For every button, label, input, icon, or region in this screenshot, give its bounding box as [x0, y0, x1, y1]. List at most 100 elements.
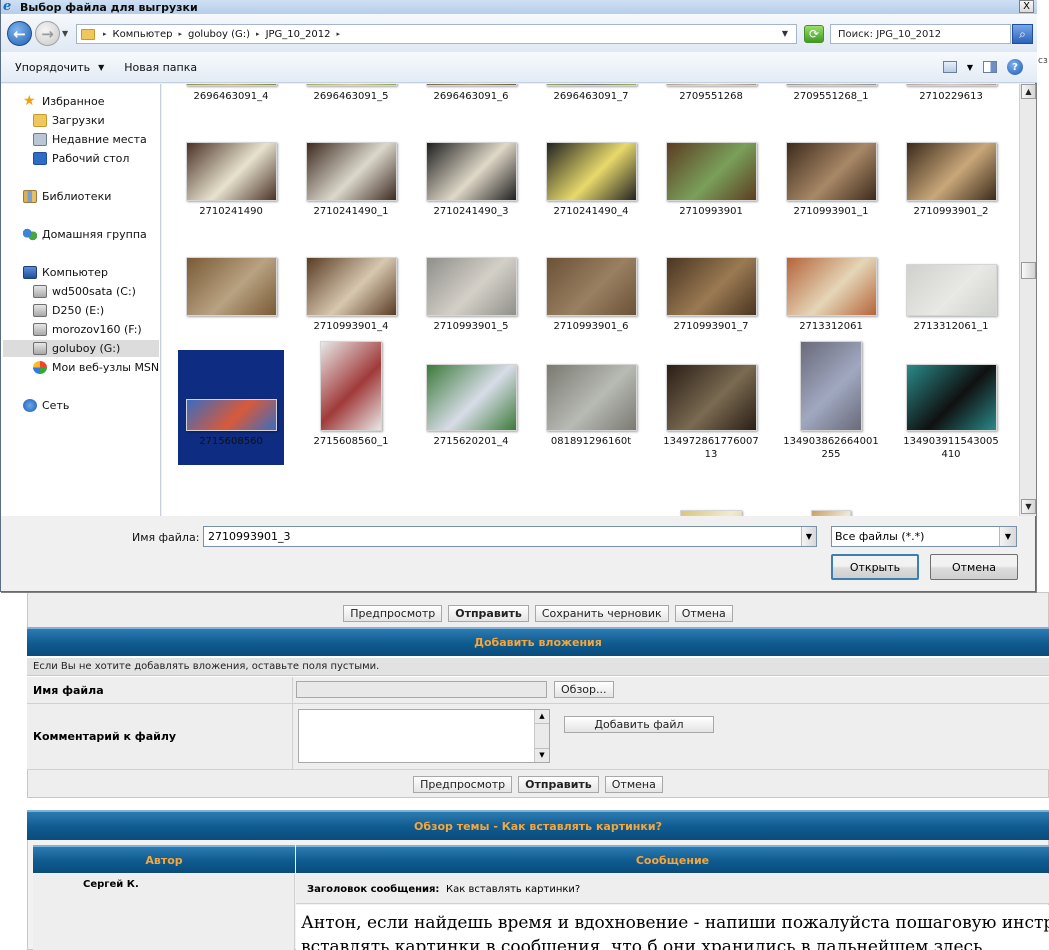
- bottom-button-row: Предпросмотр Отправить Отмена: [27, 776, 1049, 793]
- navigation-pane: ★ Избранное Загрузки Недавние места Рабоч…: [1, 84, 161, 516]
- scrollbar-thumb[interactable]: [1021, 262, 1036, 279]
- file-thumbnail: [545, 142, 637, 201]
- file-name: 2696463091_6: [433, 91, 509, 102]
- file-name: 2715608560_1: [313, 436, 389, 447]
- breadcrumb-drive[interactable]: goluboy (G:): [188, 29, 250, 40]
- scroll-up-icon[interactable]: ▲: [535, 710, 549, 724]
- submit-button-2[interactable]: Отправить: [518, 776, 599, 793]
- filetype-dropdown-icon[interactable]: ▼: [999, 527, 1016, 546]
- search-input[interactable]: Поиск: JPG_10_2012: [830, 24, 1011, 44]
- post-subject-row: Заголовок сообщения: Как вставлять карти…: [296, 874, 1049, 904]
- submit-button[interactable]: Отправить: [448, 605, 529, 622]
- post-subject-label: Заголовок сообщения:: [307, 884, 440, 895]
- address-dropdown-icon[interactable]: ▼: [782, 29, 788, 38]
- nav-favorites-label: Избранное: [42, 95, 105, 108]
- view-dropdown-icon[interactable]: ▼: [967, 63, 973, 72]
- nav-desktop-label: Рабочий стол: [52, 152, 130, 165]
- attach-comment-textarea[interactable]: ▲ ▼: [298, 709, 550, 763]
- nav-homegroup[interactable]: Домашняя группа: [23, 226, 147, 243]
- nav-homegroup-label: Домашняя группа: [42, 228, 147, 241]
- scroll-up-icon[interactable]: ▲: [1021, 84, 1036, 99]
- filetype-select[interactable]: Все файлы (*.*): [831, 526, 1017, 547]
- breadcrumb-arrow-icon[interactable]: ▸: [178, 30, 182, 38]
- breadcrumb-arrow-icon[interactable]: ▸: [103, 30, 107, 38]
- change-view-icon[interactable]: [942, 61, 957, 73]
- preview-button-2[interactable]: Предпросмотр: [413, 776, 513, 793]
- file-grid: 2696463091_4 2696463091_5 2696463091_6 2696…: [162, 84, 1019, 516]
- dialog-titlebar[interactable]: e Выбор файла для выгрузки X: [1, 0, 1037, 14]
- address-bar[interactable]: ▸ Компьютер ▸ goluboy (G:) ▸ JPG_10_2012…: [76, 24, 797, 44]
- file-thumbnail: [545, 84, 637, 86]
- new-folder-button[interactable]: Новая папка: [124, 61, 197, 74]
- attachments-header: Добавить вложения: [27, 627, 1049, 656]
- open-button[interactable]: Открыть: [831, 554, 919, 580]
- file-name: 2710241490_1: [313, 206, 389, 217]
- nav-network[interactable]: Сеть: [23, 397, 69, 414]
- filename-dropdown-icon[interactable]: ▼: [801, 527, 816, 546]
- nav-libraries-label: Библиотеки: [42, 190, 112, 203]
- file-name: 2696463091_4: [193, 91, 269, 102]
- nav-drive-f[interactable]: morozov160 (F:): [33, 321, 142, 338]
- file-name: 134903911543005 410: [903, 436, 999, 460]
- browse-button[interactable]: Обзор...: [554, 681, 614, 698]
- file-name: 081891296160t: [550, 436, 632, 447]
- nav-msn-label: Мои веб-узлы MSN: [52, 361, 160, 374]
- attach-file-input[interactable]: [296, 681, 547, 698]
- nav-drive-c[interactable]: wd500sata (C:): [33, 283, 136, 300]
- close-icon[interactable]: X: [1019, 0, 1034, 13]
- file-name: 2710241490_3: [433, 206, 509, 217]
- filename-input[interactable]: 2710993901_3: [203, 526, 817, 547]
- breadcrumb-arrow-icon[interactable]: ▸: [336, 30, 340, 38]
- file-name: 2710241490_4: [553, 206, 629, 217]
- cancel-post-button[interactable]: Отмена: [674, 605, 733, 622]
- textarea-scrollbar[interactable]: ▲ ▼: [534, 710, 549, 762]
- nav-recent[interactable]: Недавние места: [33, 131, 147, 148]
- scroll-down-icon[interactable]: ▼: [535, 748, 549, 762]
- nav-drive-g[interactable]: goluboy (G:): [3, 340, 159, 357]
- file-thumbnail: [425, 142, 517, 201]
- file-thumbnail: [680, 510, 742, 516]
- nav-libraries[interactable]: Библиотеки: [23, 188, 111, 205]
- forward-button[interactable]: →: [35, 21, 60, 46]
- nav-msn[interactable]: Мои веб-узлы MSN: [33, 359, 159, 376]
- organize-menu[interactable]: Упорядочить ▼: [15, 61, 104, 74]
- file-thumbnail: [785, 257, 877, 316]
- drive-icon: [33, 342, 47, 355]
- ie-logo-icon: e: [3, 0, 12, 14]
- chevron-down-icon: ▼: [98, 62, 105, 72]
- file-name: 2710993901_4: [313, 321, 389, 332]
- breadcrumb-folder[interactable]: JPG_10_2012: [266, 29, 331, 40]
- nav-drive-e[interactable]: D250 (E:): [33, 302, 104, 319]
- file-name: 2696463091_5: [313, 91, 389, 102]
- nav-desktop[interactable]: Рабочий стол: [33, 150, 129, 167]
- nav-drive-c-label: wd500sata (C:): [52, 285, 136, 298]
- drive-icon: [33, 304, 47, 317]
- breadcrumb-computer[interactable]: Компьютер: [113, 29, 173, 40]
- desktop-icon: [33, 152, 47, 165]
- nav-downloads[interactable]: Загрузки: [33, 112, 105, 129]
- organize-label: Упорядочить: [15, 60, 91, 74]
- cancel-button[interactable]: Отмена: [930, 554, 1018, 580]
- breadcrumb-arrow-icon[interactable]: ▸: [256, 30, 260, 38]
- file-name: 2709551268: [679, 91, 743, 102]
- nav-downloads-label: Загрузки: [52, 114, 105, 127]
- refresh-icon[interactable]: ⟳: [804, 25, 824, 43]
- file-name: 2713312061: [799, 321, 863, 332]
- add-file-button[interactable]: Добавить файл: [564, 716, 714, 733]
- post-body: Антон, если найдешь время и вдохновение …: [296, 905, 1049, 950]
- attach-comment-label: Комментарий к файлу: [33, 730, 177, 743]
- history-dropdown-icon[interactable]: ▼: [62, 29, 68, 38]
- dialog-title: Выбор файла для выгрузки: [20, 0, 198, 14]
- preview-button[interactable]: Предпросмотр: [343, 605, 443, 622]
- back-button[interactable]: ←: [7, 21, 32, 46]
- nav-favorites[interactable]: ★ Избранное: [23, 93, 104, 110]
- scroll-down-icon[interactable]: ▼: [1021, 499, 1036, 514]
- file-grid-scrollbar[interactable]: ▲ ▼: [1019, 84, 1036, 516]
- nav-computer[interactable]: Компьютер: [23, 264, 108, 281]
- search-icon[interactable]: ⌕: [1012, 24, 1033, 44]
- save-draft-button[interactable]: Сохранить черновик: [534, 605, 669, 622]
- preview-pane-icon[interactable]: [983, 61, 997, 73]
- cancel-post-button-2[interactable]: Отмена: [604, 776, 663, 793]
- help-icon[interactable]: ?: [1007, 59, 1023, 75]
- file-thumbnail: [905, 264, 997, 316]
